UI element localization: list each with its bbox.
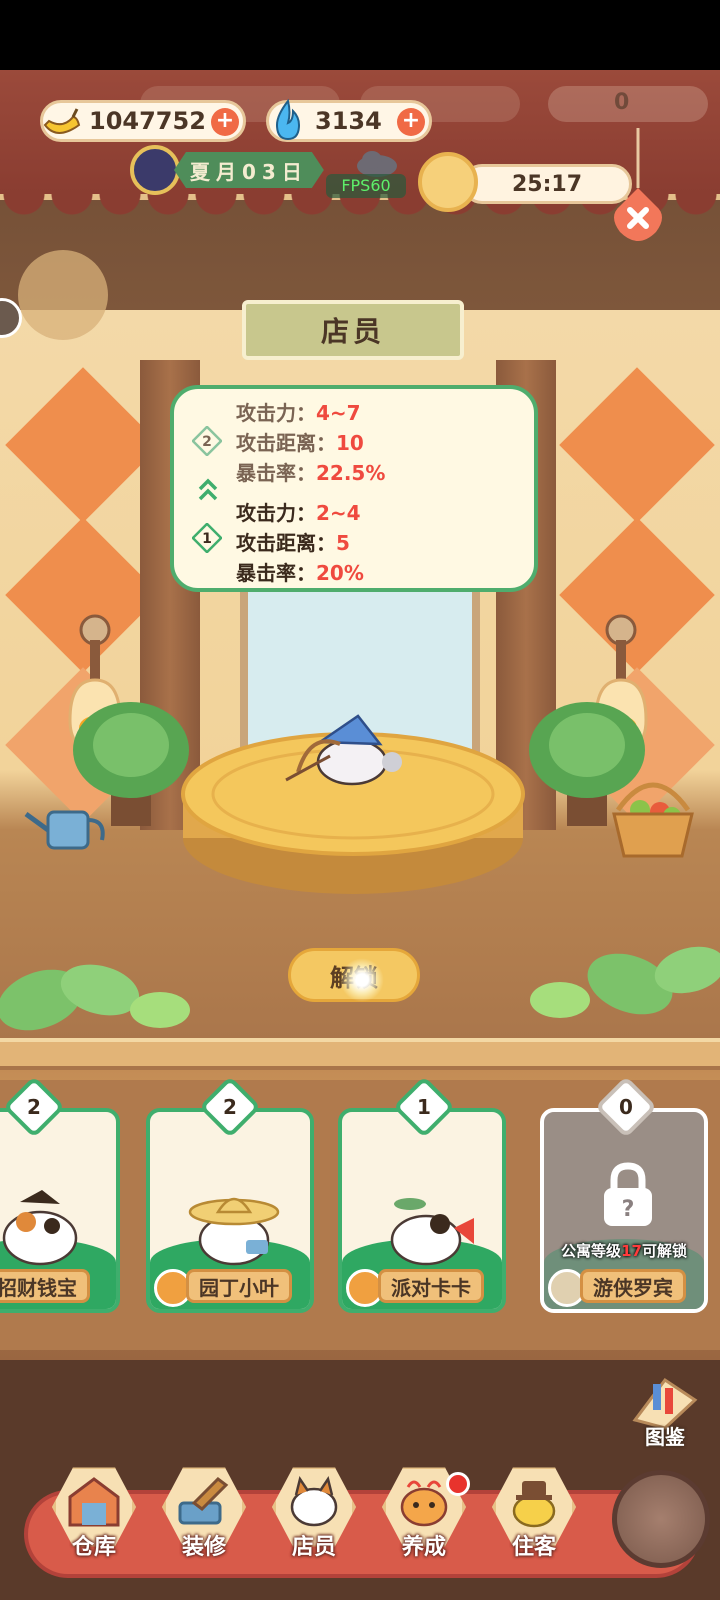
guest-icon bbox=[512, 1481, 556, 1528]
nav-label: 仓库 bbox=[71, 1535, 116, 1560]
notification-dot bbox=[446, 1472, 470, 1496]
stat-value: 2~4 bbox=[316, 501, 361, 525]
leaves-decoration-icon bbox=[0, 964, 190, 1031]
unlock-requirement: 公寓等级17可解锁 bbox=[544, 1240, 704, 1261]
nav-label: 住客 bbox=[511, 1535, 556, 1560]
current-level-number: 1 bbox=[202, 531, 212, 547]
atlas-button[interactable]: 图鉴 bbox=[620, 1370, 710, 1450]
staff-name: 游侠罗宾 bbox=[580, 1269, 686, 1303]
stat-value: 22.5% bbox=[316, 461, 386, 485]
staff-icon bbox=[290, 1475, 338, 1527]
season-date: 夏月03日 bbox=[130, 145, 324, 195]
requirement-prefix: 公寓等级 bbox=[561, 1242, 622, 1260]
next-crit: 暴击率：22.5% bbox=[236, 457, 385, 486]
nav-guest[interactable]: 住客 bbox=[488, 1465, 580, 1565]
next-attack: 攻击力：4~7 bbox=[236, 397, 361, 426]
current-range: 攻击距离：5 bbox=[236, 527, 350, 556]
next-level-number: 2 bbox=[202, 434, 212, 450]
party-cat-icon bbox=[390, 1198, 474, 1266]
archer-cat-icon[interactable] bbox=[280, 702, 410, 792]
game-scene: 0 1047752 + 3134 + 夏月03日 FPS60 25:17 店员 … bbox=[0, 70, 720, 1600]
watering-can-icon bbox=[24, 810, 105, 850]
requirement-level: 17 bbox=[621, 1242, 642, 1260]
stat-value: 20% bbox=[316, 561, 364, 585]
lock-icon: ? bbox=[604, 1162, 652, 1226]
stat-value: 5 bbox=[336, 531, 350, 555]
next-range: 攻击距离：10 bbox=[236, 427, 364, 456]
fruit-basket-icon bbox=[612, 782, 694, 858]
nav-staff[interactable]: 店员 bbox=[268, 1465, 360, 1565]
count-value: 0 bbox=[619, 1095, 633, 1119]
stat-label: 攻击距离： bbox=[236, 431, 336, 455]
nav-label: 店员 bbox=[291, 1535, 336, 1560]
staff-card[interactable]: 招财钱宝 bbox=[0, 1108, 120, 1313]
ghost-fish-value: 0 bbox=[614, 90, 630, 115]
count-value: 2 bbox=[27, 1095, 41, 1119]
nav-warehouse[interactable]: 仓库 bbox=[48, 1465, 140, 1565]
svg-text:?: ? bbox=[622, 1197, 635, 1222]
nav-decorate[interactable]: 装修 bbox=[158, 1465, 250, 1565]
level-badge-icon: 2 bbox=[192, 426, 222, 456]
stat-value: 10 bbox=[336, 431, 364, 455]
date-ribbon: 夏月03日 bbox=[174, 152, 324, 188]
count-value: 2 bbox=[223, 1095, 237, 1119]
blue-flame-icon bbox=[275, 98, 301, 141]
decorate-icon bbox=[178, 1477, 229, 1525]
wall-diamond bbox=[559, 367, 715, 523]
nav-label: 装修 bbox=[181, 1535, 226, 1560]
banana-counter: 1047752 + bbox=[40, 100, 246, 142]
fps-counter: FPS60 bbox=[326, 174, 406, 198]
stat-label: 攻击距离： bbox=[236, 531, 336, 555]
panel-title: 店员 bbox=[242, 300, 464, 360]
staff-card-locked[interactable]: ? 公寓等级17可解锁 游侠罗宾 bbox=[540, 1108, 708, 1313]
close-button[interactable] bbox=[610, 128, 680, 258]
stats-tooltip: 2 攻击力：4~7 攻击距离：10 暴击率：22.5% 1 攻击力：2~4 攻击… bbox=[170, 385, 538, 592]
stat-value: 4~7 bbox=[316, 401, 361, 425]
staff-card-list: 招财钱宝 2 园丁小叶 2 派对卡卡 1 ? 公寓等级17可解锁 游侠罗宾 0 bbox=[0, 1075, 720, 1350]
count-value: 1 bbox=[417, 1095, 431, 1119]
cat-face-icon bbox=[418, 152, 478, 212]
moon-icon bbox=[130, 145, 180, 195]
banana-icon bbox=[43, 108, 81, 134]
gardener-cat-icon bbox=[188, 1197, 280, 1266]
shop-icon[interactable] bbox=[18, 250, 108, 340]
atlas-label: 图鉴 bbox=[645, 1425, 685, 1449]
stat-label: 攻击力： bbox=[236, 401, 316, 425]
yarn-ball-icon[interactable] bbox=[612, 1470, 710, 1568]
warehouse-icon bbox=[68, 1477, 120, 1527]
gem-counter: 3134 + bbox=[266, 98, 432, 142]
gem-add-button[interactable]: + bbox=[397, 108, 425, 136]
stat-label: 攻击力： bbox=[236, 501, 316, 525]
upgrade-arrow-icon bbox=[198, 478, 218, 501]
wall-diamond bbox=[5, 367, 161, 523]
stat-label: 暴击率： bbox=[236, 561, 316, 585]
staff-name: 招财钱宝 bbox=[0, 1269, 90, 1303]
requirement-suffix: 可解锁 bbox=[641, 1242, 687, 1260]
current-attack: 攻击力：2~4 bbox=[236, 497, 361, 526]
lucky-cat-icon bbox=[2, 1190, 78, 1266]
current-crit: 暴击率：20% bbox=[236, 557, 364, 586]
nav-label: 养成 bbox=[401, 1535, 446, 1560]
gem-value: 3134 bbox=[315, 107, 382, 135]
timer: 25:17 bbox=[418, 152, 632, 212]
staff-card[interactable]: 园丁小叶 bbox=[146, 1108, 314, 1313]
wooden-shelf bbox=[0, 1038, 720, 1066]
staff-name: 园丁小叶 bbox=[186, 1269, 292, 1303]
timer-value: 25:17 bbox=[462, 164, 632, 204]
staff-card[interactable]: 派对卡卡 bbox=[338, 1108, 506, 1313]
banana-add-button[interactable]: + bbox=[211, 108, 239, 136]
stat-label: 暴击率： bbox=[236, 461, 316, 485]
leaves-decoration-icon bbox=[530, 946, 720, 1018]
nurture-icon bbox=[400, 1480, 448, 1527]
staff-name: 派对卡卡 bbox=[378, 1269, 484, 1303]
sparkle-effect bbox=[340, 958, 384, 1002]
level-badge-icon: 1 bbox=[192, 523, 222, 553]
banana-value: 1047752 bbox=[89, 107, 206, 135]
